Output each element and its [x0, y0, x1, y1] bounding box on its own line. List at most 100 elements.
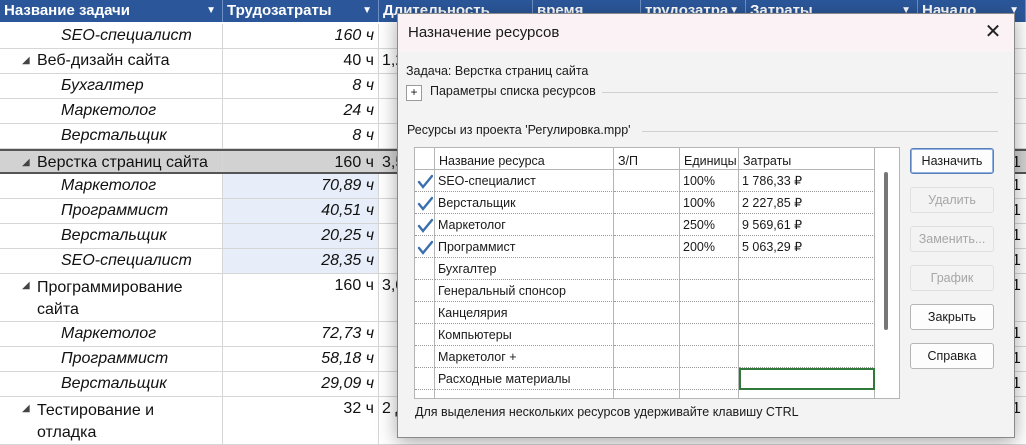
resource-name-cell[interactable]: Компьютеры: [435, 324, 614, 346]
resource-name-cell[interactable]: Маркетолог +: [435, 346, 614, 368]
collapse-triangle-icon[interactable]: ◢: [22, 403, 30, 414]
resource-units-cell[interactable]: 100%: [680, 192, 739, 214]
resource-name-cell[interactable]: [435, 390, 614, 398]
resource-units-cell[interactable]: [680, 280, 739, 302]
resource-rd-cell[interactable]: [614, 170, 680, 192]
task-name-cell[interactable]: Бухгалтер: [0, 74, 223, 98]
resource-row[interactable]: Маркетолог 250% 9 569,61 ₽: [415, 214, 875, 236]
work-cell[interactable]: 40,51 ч: [223, 199, 379, 223]
resource-units-cell[interactable]: [680, 390, 739, 398]
col-header-units[interactable]: Единицы: [680, 148, 739, 170]
resource-rd-cell[interactable]: [614, 346, 680, 368]
assign-button[interactable]: Назначить: [910, 148, 994, 174]
collapse-triangle-icon[interactable]: ◢: [22, 280, 30, 291]
work-cell[interactable]: 24 ч: [223, 99, 379, 123]
work-cell[interactable]: 160 ч: [223, 274, 379, 321]
work-cell[interactable]: 8 ч: [223, 124, 379, 148]
resource-cost-cell[interactable]: [739, 368, 875, 390]
assign-check-cell[interactable]: [415, 236, 435, 258]
resource-row[interactable]: Программист 200% 5 063,29 ₽: [415, 236, 875, 258]
task-name-cell[interactable]: Маркетолог: [0, 322, 223, 346]
task-name-cell[interactable]: Верстальщик: [0, 124, 223, 148]
resource-cost-cell[interactable]: 5 063,29 ₽: [739, 236, 875, 258]
resource-row[interactable]: Канцелярия: [415, 302, 875, 324]
assign-check-cell[interactable]: [415, 280, 435, 302]
resource-cost-cell[interactable]: [739, 346, 875, 368]
assign-check-cell[interactable]: [415, 324, 435, 346]
assign-check-cell[interactable]: [415, 390, 435, 398]
resource-units-cell[interactable]: 100%: [680, 170, 739, 192]
resource-cost-cell[interactable]: [739, 280, 875, 302]
task-name-cell[interactable]: Верстальщик: [0, 224, 223, 248]
resource-rd-cell[interactable]: [614, 258, 680, 280]
task-name-cell[interactable]: SEO-специалист: [0, 24, 223, 48]
resource-cost-cell[interactable]: [739, 390, 875, 398]
resource-row[interactable]: Маркетолог +: [415, 346, 875, 368]
resource-rd-cell[interactable]: [614, 280, 680, 302]
resource-name-cell[interactable]: Генеральный спонсор: [435, 280, 614, 302]
resource-row[interactable]: SEO-специалист 100% 1 786,33 ₽: [415, 170, 875, 192]
resource-name-cell[interactable]: SEO-специалист: [435, 170, 614, 192]
resource-name-cell[interactable]: Маркетолог: [435, 214, 614, 236]
resource-name-cell[interactable]: Расходные материалы: [435, 368, 614, 390]
resource-units-cell[interactable]: [680, 302, 739, 324]
work-cell[interactable]: 28,35 ч: [223, 249, 379, 273]
resource-name-cell[interactable]: Бухгалтер: [435, 258, 614, 280]
resource-units-cell[interactable]: [680, 368, 739, 390]
task-name-cell[interactable]: Верстальщик: [0, 372, 223, 396]
dropdown-arrow-icon[interactable]: ▼: [362, 0, 372, 22]
dropdown-arrow-icon[interactable]: ▼: [206, 0, 216, 22]
resource-rd-cell[interactable]: [614, 192, 680, 214]
resource-rd-cell[interactable]: [614, 236, 680, 258]
resource-cost-cell[interactable]: 1 786,33 ₽: [739, 170, 875, 192]
close-icon[interactable]: ✕: [982, 20, 1004, 44]
params-label[interactable]: Параметры списка ресурсов: [430, 84, 596, 98]
assign-check-cell[interactable]: [415, 170, 435, 192]
expand-params-button[interactable]: +: [406, 85, 422, 101]
resource-units-cell[interactable]: [680, 324, 739, 346]
work-cell[interactable]: 20,25 ч: [223, 224, 379, 248]
column-header[interactable]: Трудозатраты ▼: [223, 0, 379, 22]
work-cell[interactable]: 40 ч: [223, 49, 379, 73]
resource-name-cell[interactable]: Верстальщик: [435, 192, 614, 214]
col-header-rd[interactable]: З/П: [614, 148, 680, 170]
resource-units-cell[interactable]: 200%: [680, 236, 739, 258]
resource-cost-cell[interactable]: 2 227,85 ₽: [739, 192, 875, 214]
resource-rd-cell[interactable]: [614, 324, 680, 346]
work-cell[interactable]: 70,89 ч: [223, 174, 379, 198]
resource-cost-cell[interactable]: [739, 324, 875, 346]
resource-row[interactable]: Верстальщик 100% 2 227,85 ₽: [415, 192, 875, 214]
resource-rd-cell[interactable]: [614, 390, 680, 398]
resource-cost-cell[interactable]: 9 569,61 ₽: [739, 214, 875, 236]
resource-row[interactable]: [415, 390, 875, 398]
work-cell[interactable]: 32 ч: [223, 397, 379, 444]
resource-row[interactable]: Расходные материалы: [415, 368, 875, 390]
task-name-cell[interactable]: ◢ Верстка страниц сайта: [0, 151, 223, 172]
assign-check-cell[interactable]: [415, 346, 435, 368]
work-cell[interactable]: 160 ч: [223, 24, 379, 48]
assign-check-cell[interactable]: [415, 214, 435, 236]
assign-check-cell[interactable]: [415, 192, 435, 214]
work-cell[interactable]: 58,18 ч: [223, 347, 379, 371]
collapse-triangle-icon[interactable]: ◢: [22, 157, 30, 168]
column-header[interactable]: Название задачи ▼: [0, 0, 223, 22]
task-name-cell[interactable]: ◢ Тестирование и отладка: [0, 397, 223, 444]
resource-row[interactable]: Бухгалтер: [415, 258, 875, 280]
resource-row[interactable]: Компьютеры: [415, 324, 875, 346]
task-name-cell[interactable]: Программист: [0, 199, 223, 223]
task-name-cell[interactable]: ◢ Программирование сайта: [0, 274, 223, 321]
resource-name-cell[interactable]: Программист: [435, 236, 614, 258]
resource-rd-cell[interactable]: [614, 368, 680, 390]
vertical-scrollbar[interactable]: [884, 172, 888, 330]
assign-check-cell[interactable]: [415, 368, 435, 390]
work-cell[interactable]: 72,73 ч: [223, 322, 379, 346]
col-header-cost[interactable]: Затраты: [739, 148, 875, 170]
resource-units-cell[interactable]: [680, 346, 739, 368]
resource-units-cell[interactable]: [680, 258, 739, 280]
work-cell[interactable]: 8 ч: [223, 74, 379, 98]
close-button[interactable]: Закрыть: [910, 304, 994, 330]
work-cell[interactable]: 29,09 ч: [223, 372, 379, 396]
resource-units-cell[interactable]: 250%: [680, 214, 739, 236]
collapse-triangle-icon[interactable]: ◢: [22, 55, 30, 66]
resource-cost-cell[interactable]: [739, 258, 875, 280]
